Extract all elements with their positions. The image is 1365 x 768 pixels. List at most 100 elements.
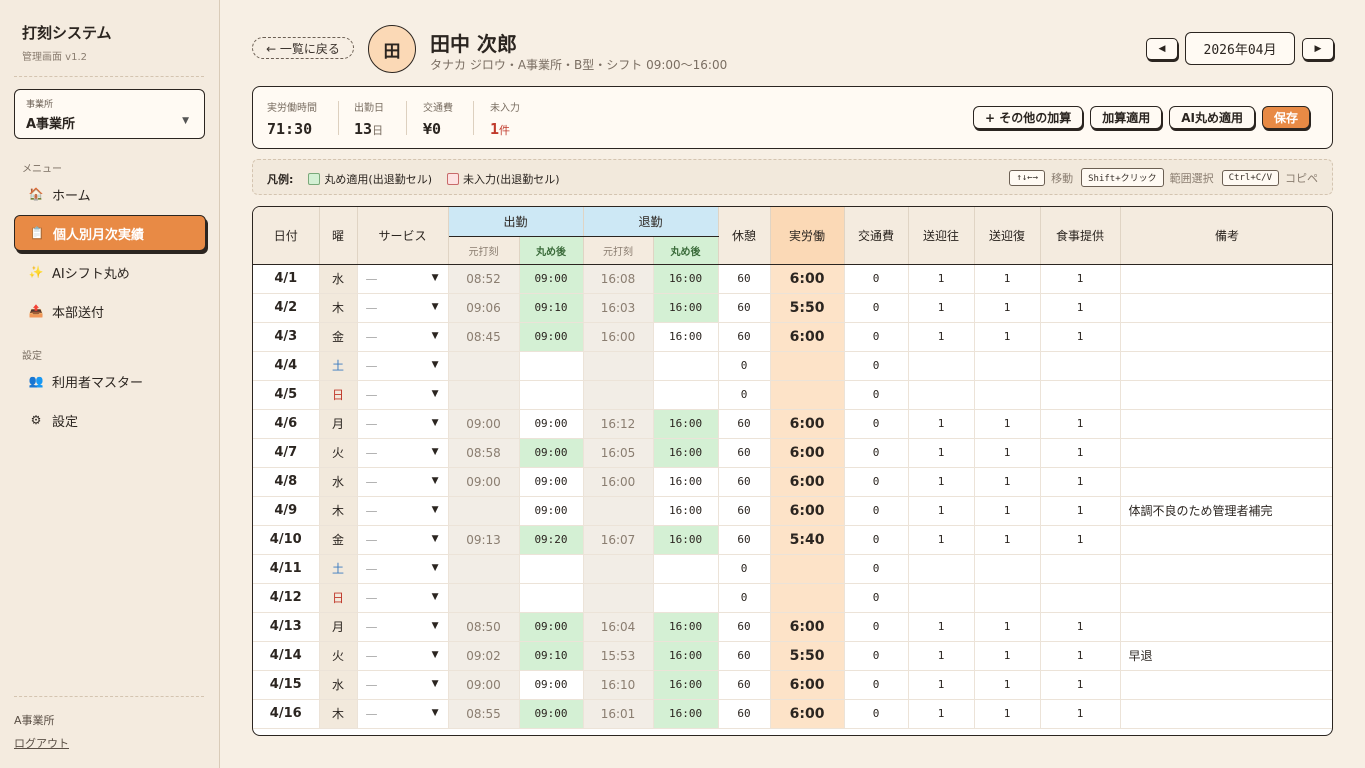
cell-in-rounded[interactable]: 09:00 xyxy=(519,699,584,729)
cell-fare[interactable]: 0 xyxy=(844,612,909,642)
cell-pickup[interactable]: 1 xyxy=(908,293,975,323)
cell-out-original[interactable]: 16:05 xyxy=(583,438,654,468)
cell-break[interactable]: 0 xyxy=(718,351,771,381)
cell-note[interactable] xyxy=(1120,583,1332,613)
cell-in-original[interactable]: 09:06 xyxy=(448,293,520,323)
cell-fare[interactable]: 0 xyxy=(844,409,909,439)
cell-dropoff[interactable]: 1 xyxy=(974,409,1041,439)
cell-pickup[interactable]: 1 xyxy=(908,699,975,729)
service-select[interactable]: — ▼ xyxy=(357,496,449,526)
table-row[interactable]: 4/2 木 — ▼ 09:06 09:10 16:03 16:00 60 5:50 0 1 1 1 xyxy=(253,293,1332,323)
cell-out-original[interactable]: 16:10 xyxy=(583,670,654,700)
logout-link[interactable]: ログアウト xyxy=(14,735,69,751)
cell-out-original[interactable] xyxy=(583,351,654,381)
cell-dropoff[interactable] xyxy=(974,351,1041,381)
cell-in-original[interactable]: 08:55 xyxy=(448,699,520,729)
cell-pickup[interactable] xyxy=(908,583,975,613)
table-row[interactable]: 4/6 月 — ▼ 09:00 09:00 16:12 16:00 60 6:00 0 1 1 1 xyxy=(253,409,1332,439)
cell-break[interactable]: 60 xyxy=(718,612,771,642)
cell-dropoff[interactable]: 1 xyxy=(974,612,1041,642)
cell-break[interactable]: 60 xyxy=(718,264,771,294)
cell-in-rounded[interactable] xyxy=(519,380,584,410)
cell-out-rounded[interactable]: 16:00 xyxy=(653,525,719,555)
cell-pickup[interactable] xyxy=(908,351,975,381)
cell-in-original[interactable]: 08:50 xyxy=(448,612,520,642)
service-select[interactable]: — ▼ xyxy=(357,583,449,613)
cell-dropoff[interactable]: 1 xyxy=(974,467,1041,497)
cell-meal[interactable]: 1 xyxy=(1040,641,1121,671)
table-row[interactable]: 4/4 土 — ▼ 0 0 xyxy=(253,351,1332,381)
service-select[interactable]: — ▼ xyxy=(357,409,449,439)
cell-in-rounded[interactable] xyxy=(519,583,584,613)
cell-in-rounded[interactable]: 09:20 xyxy=(519,525,584,555)
cell-fare[interactable]: 0 xyxy=(844,641,909,671)
cell-break[interactable]: 60 xyxy=(718,293,771,323)
sidebar-item-ai-shift[interactable]: ✨ AIシフト丸め xyxy=(14,254,206,290)
cell-fare[interactable]: 0 xyxy=(844,380,909,410)
cell-dropoff[interactable]: 1 xyxy=(974,699,1041,729)
sidebar-item-user-master[interactable]: 👥 利用者マスター xyxy=(14,363,206,399)
cell-in-original[interactable] xyxy=(448,583,520,613)
table-row[interactable]: 4/7 火 — ▼ 08:58 09:00 16:05 16:00 60 6:00 0 1 1 1 xyxy=(253,438,1332,468)
cell-out-rounded[interactable]: 16:00 xyxy=(653,612,719,642)
sidebar-item-settings[interactable]: ⚙ 設定 xyxy=(14,402,206,438)
service-select[interactable]: — ▼ xyxy=(357,438,449,468)
cell-dropoff[interactable]: 1 xyxy=(974,525,1041,555)
cell-in-rounded[interactable]: 09:00 xyxy=(519,438,584,468)
cell-fare[interactable]: 0 xyxy=(844,525,909,555)
cell-out-rounded[interactable]: 16:00 xyxy=(653,264,719,294)
cell-fare[interactable]: 0 xyxy=(844,293,909,323)
cell-out-rounded[interactable]: 16:00 xyxy=(653,670,719,700)
cell-break[interactable]: 0 xyxy=(718,583,771,613)
cell-note[interactable] xyxy=(1120,554,1332,584)
cell-dropoff[interactable]: 1 xyxy=(974,322,1041,352)
cell-dropoff[interactable]: 1 xyxy=(974,438,1041,468)
cell-note[interactable] xyxy=(1120,380,1332,410)
cell-dropoff[interactable]: 1 xyxy=(974,293,1041,323)
sidebar-item-hq-send[interactable]: 📤 本部送付 xyxy=(14,293,206,329)
cell-break[interactable]: 60 xyxy=(718,641,771,671)
cell-out-original[interactable]: 16:01 xyxy=(583,699,654,729)
cell-pickup[interactable] xyxy=(908,554,975,584)
cell-out-rounded[interactable] xyxy=(653,554,719,584)
table-row[interactable]: 4/14 火 — ▼ 09:02 09:10 15:53 16:00 60 5:50 0 1 1 1 早退 xyxy=(253,641,1332,671)
prev-month-button[interactable]: ◀ xyxy=(1146,37,1178,60)
cell-break[interactable]: 0 xyxy=(718,380,771,410)
cell-in-original[interactable] xyxy=(448,554,520,584)
cell-out-original[interactable] xyxy=(583,380,654,410)
cell-break[interactable]: 60 xyxy=(718,525,771,555)
service-select[interactable]: — ▼ xyxy=(357,380,449,410)
cell-in-original[interactable]: 09:00 xyxy=(448,670,520,700)
cell-note[interactable] xyxy=(1120,467,1332,497)
cell-break[interactable]: 60 xyxy=(718,699,771,729)
cell-out-original[interactable] xyxy=(583,496,654,526)
cell-fare[interactable]: 0 xyxy=(844,351,909,381)
cell-in-original[interactable]: 08:45 xyxy=(448,322,520,352)
service-select[interactable]: — ▼ xyxy=(357,670,449,700)
cell-dropoff[interactable] xyxy=(974,380,1041,410)
cell-in-rounded[interactable]: 09:00 xyxy=(519,264,584,294)
cell-in-original[interactable]: 09:02 xyxy=(448,641,520,671)
cell-meal[interactable]: 1 xyxy=(1040,525,1121,555)
next-month-button[interactable]: ▶ xyxy=(1302,37,1334,60)
cell-in-original[interactable]: 09:00 xyxy=(448,467,520,497)
cell-break[interactable]: 0 xyxy=(718,554,771,584)
cell-dropoff[interactable]: 1 xyxy=(974,496,1041,526)
service-select[interactable]: — ▼ xyxy=(357,467,449,497)
cell-in-original[interactable] xyxy=(448,380,520,410)
cell-meal[interactable] xyxy=(1040,554,1121,584)
table-row[interactable]: 4/15 水 — ▼ 09:00 09:00 16:10 16:00 60 6:00 0 1 1 1 xyxy=(253,670,1332,700)
cell-break[interactable]: 60 xyxy=(718,438,771,468)
table-row[interactable]: 4/1 水 — ▼ 08:52 09:00 16:08 16:00 60 6:00 0 1 1 1 xyxy=(253,264,1332,294)
cell-meal[interactable] xyxy=(1040,380,1121,410)
cell-pickup[interactable]: 1 xyxy=(908,641,975,671)
service-select[interactable]: — ▼ xyxy=(357,322,449,352)
cell-pickup[interactable]: 1 xyxy=(908,264,975,294)
cell-note[interactable] xyxy=(1120,322,1332,352)
cell-out-rounded[interactable] xyxy=(653,351,719,381)
cell-meal[interactable]: 1 xyxy=(1040,467,1121,497)
cell-meal[interactable]: 1 xyxy=(1040,322,1121,352)
cell-out-rounded[interactable] xyxy=(653,380,719,410)
cell-in-rounded[interactable]: 09:00 xyxy=(519,409,584,439)
month-display[interactable]: 2026年04月 xyxy=(1185,32,1295,65)
